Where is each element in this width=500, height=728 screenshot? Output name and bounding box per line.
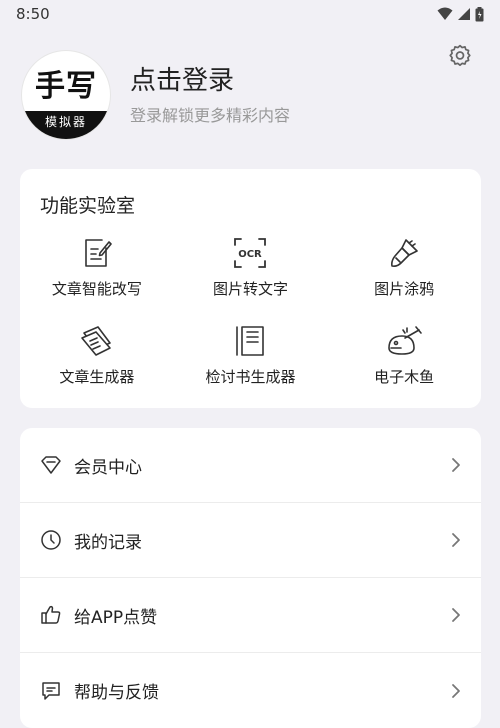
wooden-fish-icon: [388, 325, 422, 355]
lab-item-ocr[interactable]: OCR 图片转文字: [174, 233, 328, 299]
menu-item-label: 帮助与反馈: [74, 683, 159, 703]
lab-item-self-criticism-generator[interactable]: 检讨书生成器: [174, 321, 328, 387]
lab-item-article-generator[interactable]: 文章生成器: [20, 321, 174, 387]
lab-item-label: 图片转文字: [212, 280, 288, 298]
lab-item-label: 电子木鱼: [374, 368, 435, 386]
feature-lab-title: 功能实验室: [40, 195, 136, 217]
feature-lab-card: 功能实验室 文章智能改写 OCR 图片转文字 图片涂鸦 文章生成器 检讨书生成器…: [20, 169, 481, 408]
menu-item-label: 我的记录: [74, 532, 142, 553]
lab-item-article-rewrite[interactable]: 文章智能改写: [20, 233, 174, 299]
stacked-papers-icon: [81, 325, 111, 356]
menu-list-card: 会员中心 我的记录 给APP点赞 帮助与反馈: [20, 428, 481, 728]
thumbs-up-icon: [41, 605, 61, 624]
chevron-right-icon: [452, 608, 460, 622]
lab-item-label: 检讨书生成器: [205, 368, 296, 386]
status-time: 8:50: [16, 5, 50, 23]
menu-item-membership[interactable]: 会员中心: [20, 428, 481, 503]
paint-brush-icon: [391, 238, 418, 267]
ocr-icon: OCR: [234, 237, 267, 268]
chevron-right-icon: [452, 458, 460, 472]
avatar-logo-subtext: 模拟器: [22, 111, 110, 139]
wifi-icon: [437, 7, 453, 20]
menu-item-label: 给APP点赞: [74, 607, 158, 628]
notebook-icon: [236, 325, 265, 356]
signal-icon: [458, 8, 470, 20]
chevron-right-icon: [452, 533, 460, 547]
menu-item-my-records[interactable]: 我的记录: [20, 503, 481, 578]
svg-text:OCR: OCR: [239, 249, 263, 260]
chevron-right-icon: [452, 683, 460, 698]
lab-item-wooden-fish[interactable]: 电子木鱼: [327, 321, 481, 387]
avatar[interactable]: 手写 模拟器: [22, 51, 110, 139]
diamond-icon: [41, 456, 61, 474]
menu-item-label: 会员中心: [74, 457, 142, 478]
login-title[interactable]: 点击登录: [130, 64, 290, 98]
feature-lab-grid: 文章智能改写 OCR 图片转文字 图片涂鸦 文章生成器 检讨书生成器 电子木鱼: [20, 233, 481, 387]
edit-document-icon: [85, 238, 112, 267]
status-bar: 8:50: [0, 0, 500, 28]
feedback-icon: [42, 681, 60, 700]
lab-item-label: 文章智能改写: [51, 280, 142, 298]
battery-icon: [475, 6, 484, 21]
login-subtitle: 登录解锁更多精彩内容: [130, 106, 291, 125]
avatar-logo-text: 手写: [35, 69, 97, 104]
lab-item-label: 图片涂鸦: [374, 280, 435, 298]
clock-icon: [41, 530, 61, 550]
lab-item-doodle[interactable]: 图片涂鸦: [327, 233, 481, 299]
status-icons: [437, 6, 484, 22]
menu-item-help-feedback[interactable]: 帮助与反馈: [20, 653, 481, 728]
menu-item-rate-app[interactable]: 给APP点赞: [20, 578, 481, 653]
profile-header[interactable]: 手写 模拟器 点击登录 登录解锁更多精彩内容: [22, 50, 462, 140]
lab-item-label: 文章生成器: [59, 368, 135, 386]
